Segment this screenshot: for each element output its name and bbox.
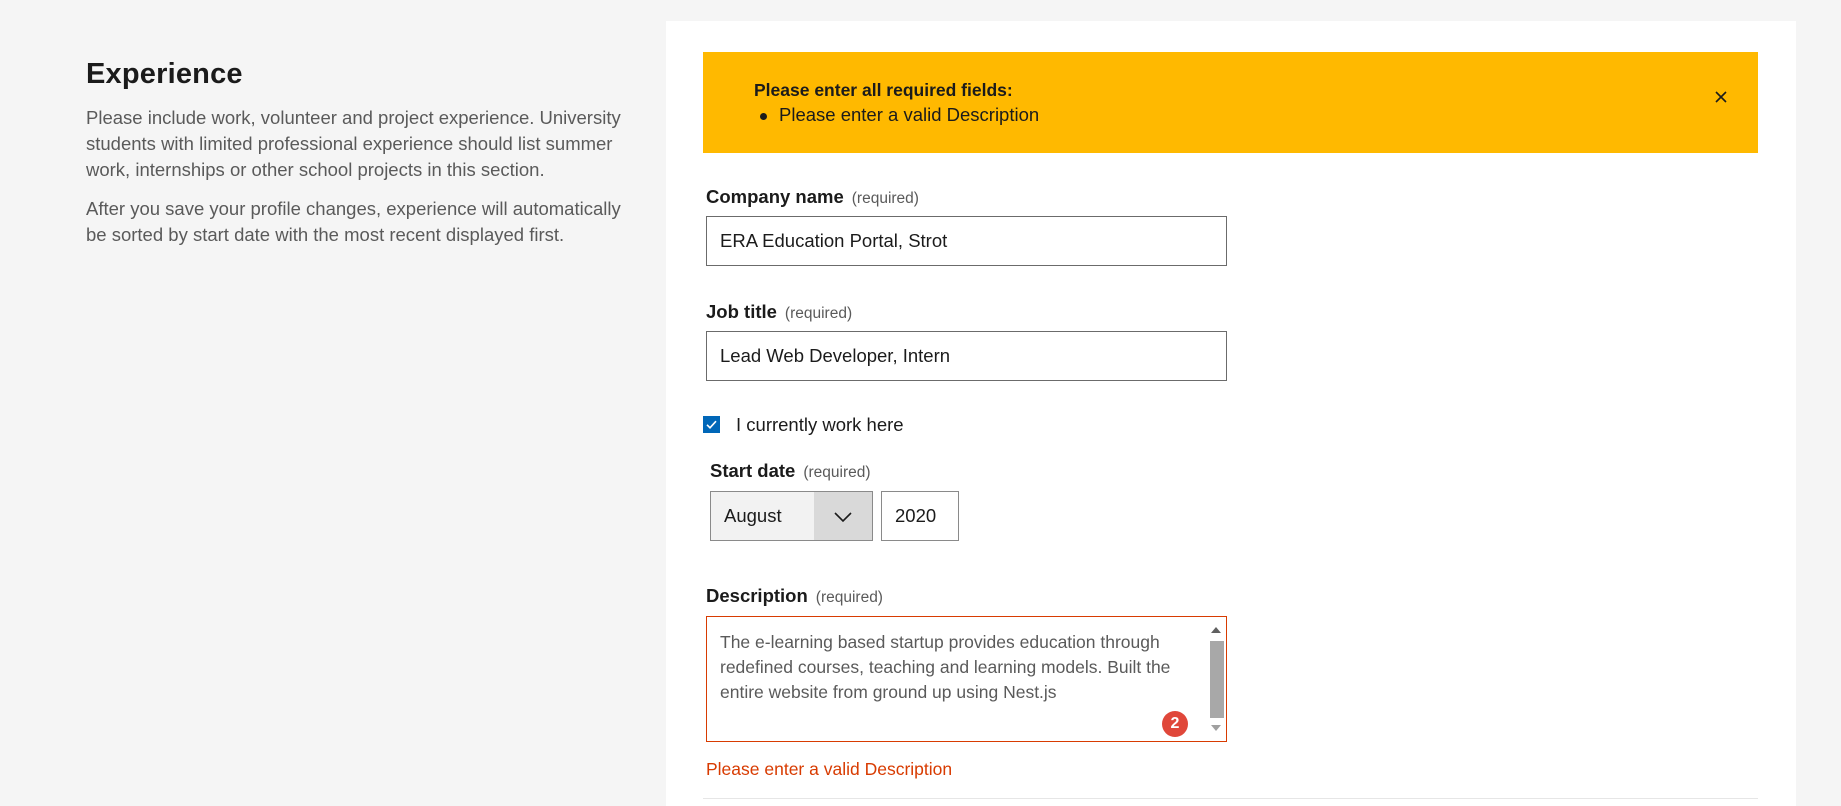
currently-work-here-label[interactable]: I currently work here bbox=[736, 414, 904, 436]
job-title-input[interactable] bbox=[706, 331, 1227, 381]
start-date-label: Start date (required) bbox=[710, 460, 871, 482]
required-indicator: (required) bbox=[803, 464, 871, 481]
company-name-label-text: Company name bbox=[706, 186, 844, 207]
description-text: The e-learning based startup provides ed… bbox=[720, 632, 1171, 702]
experience-form-card: Please enter all required fields: Please… bbox=[666, 21, 1796, 806]
alert-list-item: Please enter a valid Description bbox=[754, 104, 1039, 126]
dropdown-button[interactable] bbox=[814, 492, 872, 540]
start-month-value: August bbox=[724, 505, 782, 526]
alert-list: Please enter a valid Description bbox=[754, 104, 1039, 126]
start-date-label-text: Start date bbox=[710, 460, 796, 481]
description-textarea[interactable]: The e-learning based startup provides ed… bbox=[706, 616, 1227, 742]
scroll-down-arrow-icon[interactable] bbox=[1211, 725, 1221, 731]
description-label-text: Description bbox=[706, 585, 808, 606]
grammar-badge[interactable]: 2 bbox=[1162, 711, 1188, 737]
chevron-down-icon bbox=[834, 512, 852, 523]
scroll-thumb[interactable] bbox=[1210, 641, 1224, 718]
job-title-label: Job title (required) bbox=[706, 301, 852, 323]
validation-alert: Please enter all required fields: Please… bbox=[703, 52, 1758, 153]
required-indicator: (required) bbox=[815, 589, 883, 606]
experience-page: Experience Please include work, voluntee… bbox=[0, 0, 1841, 806]
company-name-label: Company name (required) bbox=[706, 186, 919, 208]
company-name-input[interactable] bbox=[706, 216, 1227, 266]
close-icon[interactable] bbox=[1712, 88, 1730, 106]
required-indicator: (required) bbox=[784, 305, 853, 322]
start-year-input[interactable] bbox=[881, 491, 959, 541]
description-scrollbar[interactable] bbox=[1208, 619, 1224, 739]
start-month-select[interactable]: August bbox=[710, 491, 873, 541]
required-indicator: (required) bbox=[851, 190, 919, 207]
checkmark-icon bbox=[706, 420, 717, 429]
description-label: Description (required) bbox=[706, 585, 883, 607]
divider bbox=[703, 798, 1758, 799]
section-heading: Experience bbox=[86, 58, 243, 90]
intro-section: Experience Please include work, voluntee… bbox=[86, 58, 631, 261]
job-title-label-text: Job title bbox=[706, 301, 777, 322]
scroll-up-arrow-icon[interactable] bbox=[1211, 627, 1221, 633]
description-error-message: Please enter a valid Description bbox=[706, 759, 953, 779]
currently-work-here-checkbox[interactable] bbox=[703, 416, 720, 433]
intro-paragraph-2: After you save your profile changes, exp… bbox=[86, 198, 621, 245]
intro-paragraph-1: Please include work, volunteer and proje… bbox=[86, 107, 621, 180]
alert-title: Please enter all required fields: bbox=[754, 80, 1013, 100]
